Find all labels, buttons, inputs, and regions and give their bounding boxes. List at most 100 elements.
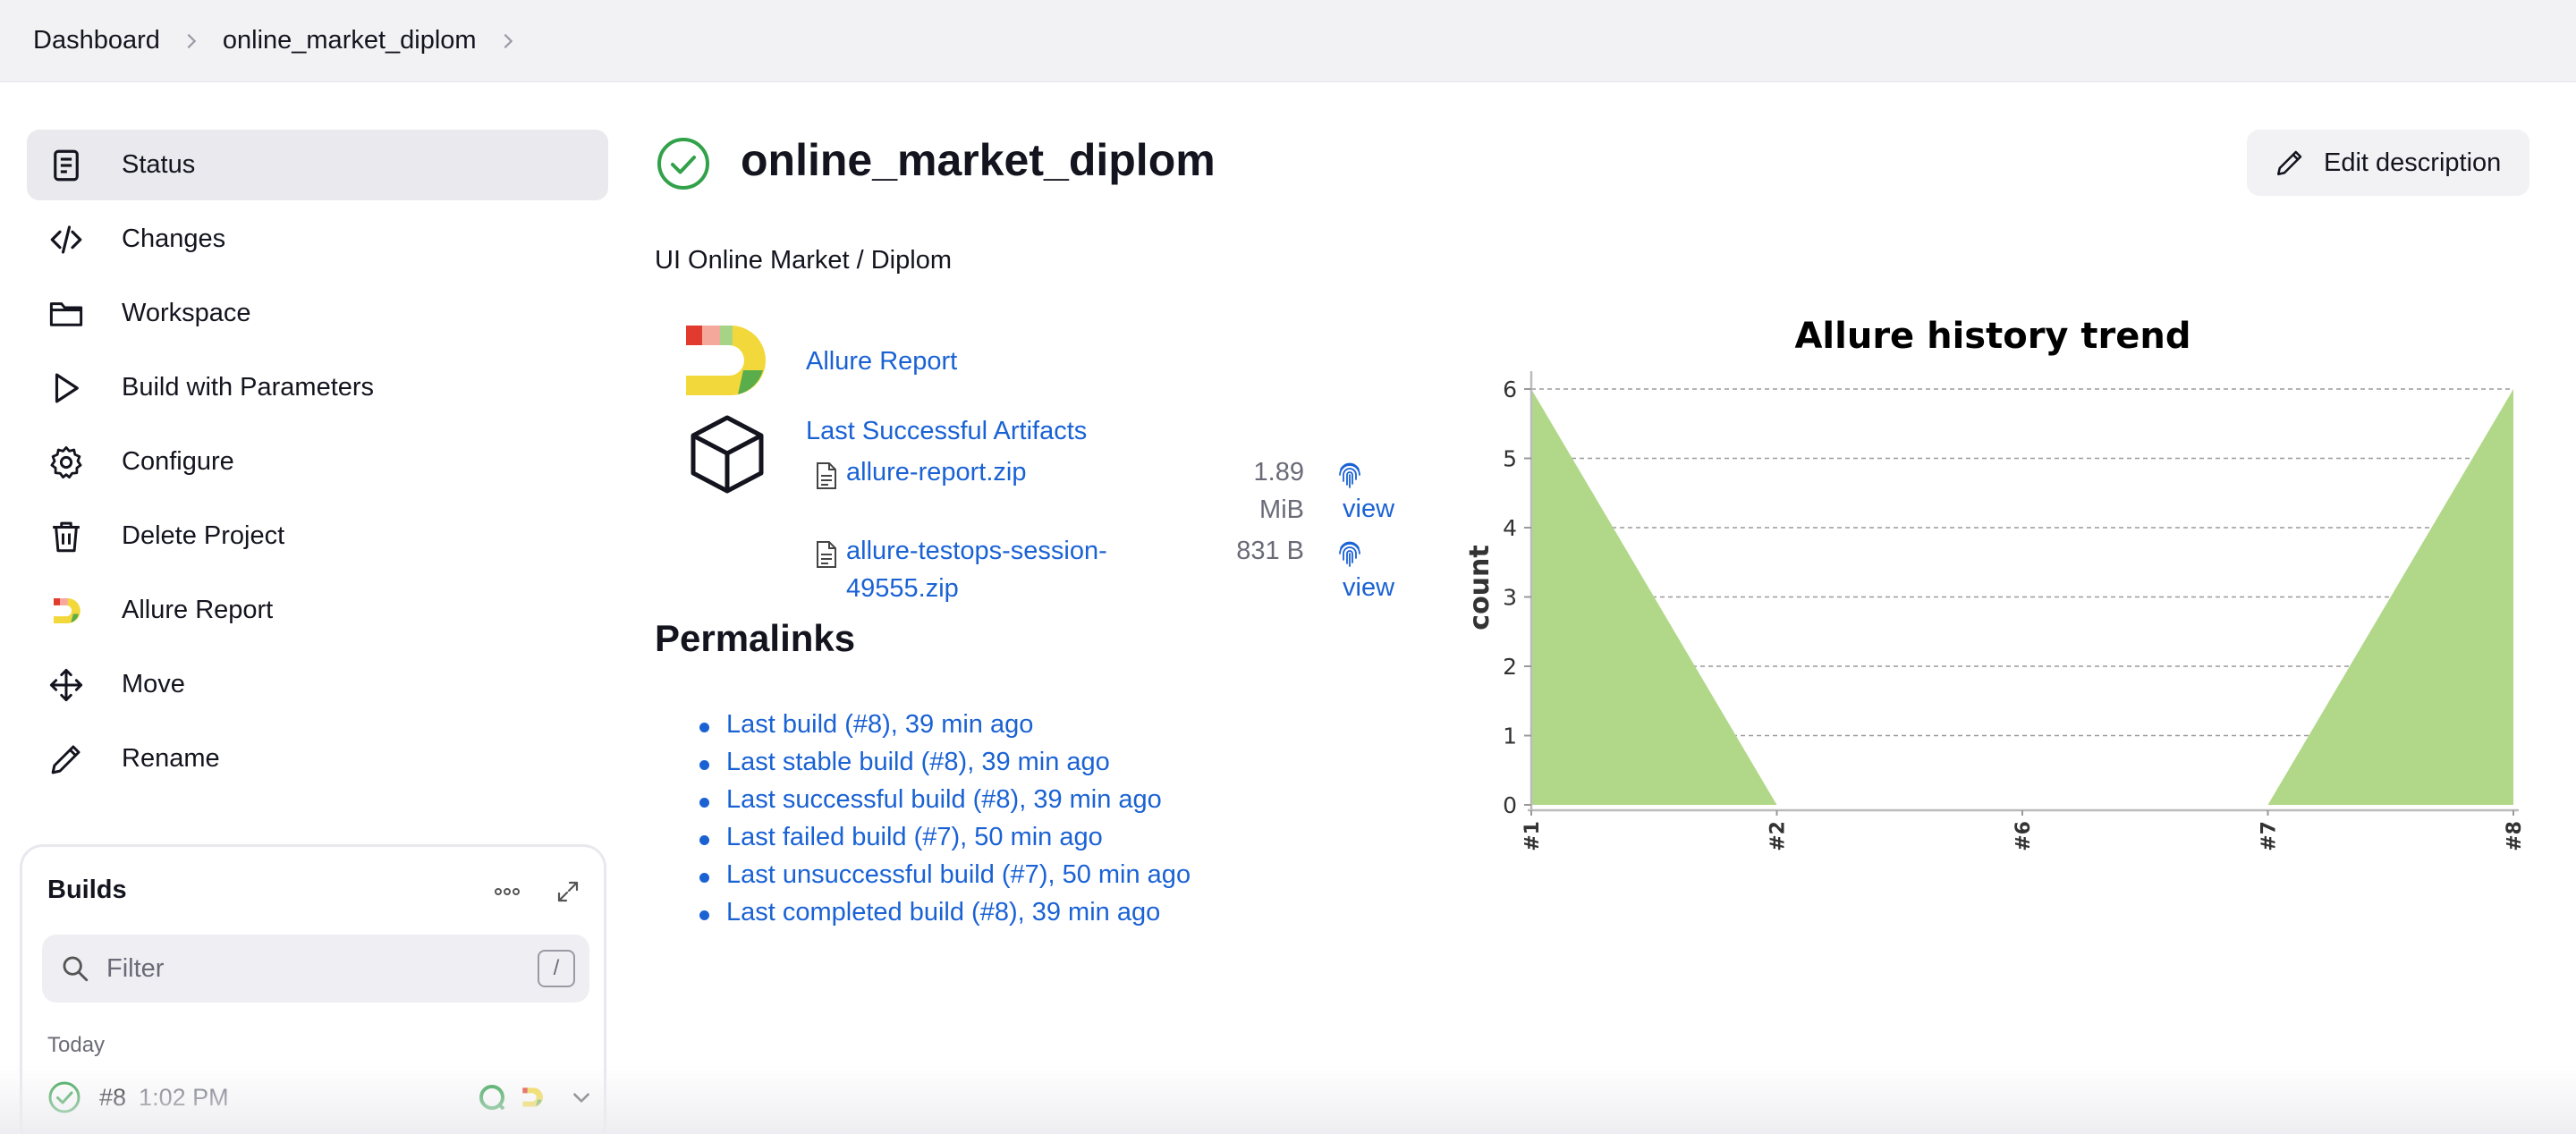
keyboard-shortcut-badge: / xyxy=(538,950,575,987)
artifact-link[interactable]: allure-report.zip xyxy=(846,453,1026,491)
permalinks-heading: Permalinks xyxy=(655,617,856,659)
breadcrumb-dashboard[interactable]: Dashboard xyxy=(33,26,160,55)
sidebar-item-label: Rename xyxy=(122,744,220,773)
sidebar-item-move[interactable]: Move xyxy=(27,649,608,720)
allure-history-trend-chart[interactable]: Allure history trend count 0 1 2 3 4 5 6 #1 #2 #… xyxy=(1449,300,2540,854)
package-box-icon xyxy=(691,415,764,494)
y-tick-label: 0 xyxy=(1503,792,1517,818)
sidebar-item-label: Changes xyxy=(122,224,226,253)
gear-icon xyxy=(47,443,86,482)
play-icon xyxy=(47,368,86,408)
allure-logo-icon xyxy=(686,326,766,395)
sidebar-item-label: Move xyxy=(122,670,185,698)
sidebar-item-label: Delete Project xyxy=(122,521,285,550)
sidebar-item-rename[interactable]: Rename xyxy=(27,724,608,794)
builds-title: Builds xyxy=(47,876,127,904)
job-description: UI Online Market / Diplom xyxy=(655,246,952,275)
file-icon xyxy=(817,541,836,568)
sidebar-item-build-with-parameters[interactable]: Build with Parameters xyxy=(27,352,608,423)
sidebar-item-label: Status xyxy=(122,150,196,179)
last-successful-artifacts-link[interactable]: Last Successful Artifacts xyxy=(806,417,1087,446)
build-number[interactable]: #8 xyxy=(99,1084,126,1112)
trash-icon xyxy=(47,517,86,556)
sidebar-item-workspace[interactable]: Workspace xyxy=(27,278,608,349)
list-item: Last successful build (#8), 39 min ago xyxy=(699,785,1191,823)
artifact-link[interactable]: allure-testops-session- xyxy=(846,532,1107,570)
builds-group-label: Today xyxy=(47,1033,106,1057)
artifact-view-link[interactable]: view xyxy=(1343,573,1394,603)
artifact-size: 1.89 xyxy=(1253,458,1304,487)
expand-icon[interactable] xyxy=(550,874,586,910)
y-tick-label: 2 xyxy=(1503,654,1517,680)
document-icon xyxy=(47,146,86,185)
artifact-link-continued[interactable]: 49555.zip xyxy=(846,570,959,607)
edit-description-button[interactable]: Edit description xyxy=(2247,130,2529,196)
permalink-last-successful-build[interactable]: Last successful build (#8), 39 min ago xyxy=(726,785,1162,814)
chart-y-axis-label: count xyxy=(1464,545,1496,630)
sidebar-item-label: Allure Report xyxy=(122,596,274,624)
sidebar-item-configure[interactable]: Configure xyxy=(27,427,608,497)
breadcrumb-job[interactable]: online_market_diplom xyxy=(223,26,477,55)
edit-description-label: Edit description xyxy=(2324,148,2502,177)
permalink-last-unsuccessful-build[interactable]: Last unsuccessful build (#7), 50 min ago xyxy=(726,860,1191,889)
y-tick-label: 4 xyxy=(1503,515,1517,541)
list-item: Last completed build (#8), 39 min ago xyxy=(699,898,1191,935)
code-icon xyxy=(47,220,86,259)
list-item: Last stable build (#8), 39 min ago xyxy=(699,748,1191,785)
x-tick-label: #6 xyxy=(2012,821,2035,851)
x-tick-label: #7 xyxy=(2258,821,2281,851)
builds-panel: Builds Filter / Today #8 1:02 PM xyxy=(20,844,606,1134)
success-check-icon xyxy=(657,138,709,190)
permalink-last-failed-build[interactable]: Last failed build (#7), 50 min ago xyxy=(726,823,1103,851)
artifact-size: 831 B xyxy=(1236,537,1304,565)
file-icon xyxy=(817,462,836,489)
sidebar-item-allure-report[interactable]: Allure Report xyxy=(27,575,608,646)
builds-filter-input[interactable]: Filter / xyxy=(42,935,589,1003)
fingerprint-icon[interactable] xyxy=(1336,460,1363,490)
move-arrows-icon xyxy=(47,665,86,705)
sidebar-item-delete-project[interactable]: Delete Project xyxy=(27,501,608,571)
sidebar-item-status[interactable]: Status xyxy=(27,130,608,200)
sidebar-item-label: Workspace xyxy=(122,299,251,327)
artifact-size-unit: MiB xyxy=(1259,495,1304,524)
folder-icon xyxy=(47,294,86,334)
chevron-right-icon[interactable] xyxy=(477,31,539,51)
sidebar-item-label: Build with Parameters xyxy=(122,373,375,402)
sidebar-item-label: Configure xyxy=(122,447,234,476)
list-item: Last build (#8), 39 min ago xyxy=(699,710,1191,748)
x-tick-label: #2 xyxy=(1767,821,1790,851)
build-row[interactable]: #8 1:02 PM xyxy=(47,1078,593,1117)
allure-logo-icon[interactable] xyxy=(518,1083,547,1112)
y-tick-label: 5 xyxy=(1503,446,1517,472)
chevron-right-icon[interactable] xyxy=(160,31,223,51)
pencil-icon xyxy=(47,740,86,779)
permalinks-list: Last build (#8), 39 min ago Last stable … xyxy=(699,710,1191,935)
x-tick-label: #8 xyxy=(2504,821,2526,851)
y-tick-label: 1 xyxy=(1503,724,1517,749)
artifact-view-link[interactable]: view xyxy=(1343,495,1394,524)
chevron-down-icon[interactable] xyxy=(570,1086,593,1109)
breadcrumb: Dashboard online_market_diplom xyxy=(0,0,2576,82)
allure-logo-icon xyxy=(47,591,86,630)
pencil-icon xyxy=(2276,150,2302,176)
filter-placeholder: Filter xyxy=(106,953,165,983)
search-icon xyxy=(63,956,89,982)
fingerprint-icon[interactable] xyxy=(1336,538,1363,569)
y-tick-label: 3 xyxy=(1503,585,1517,611)
list-item: Last failed build (#7), 50 min ago xyxy=(699,823,1191,860)
permalink-last-stable-build[interactable]: Last stable build (#8), 39 min ago xyxy=(726,748,1110,776)
permalink-last-completed-build[interactable]: Last completed build (#8), 39 min ago xyxy=(726,898,1160,927)
chart-title: Allure history trend xyxy=(1794,316,2190,357)
allure-report-link[interactable]: Allure Report xyxy=(806,347,957,377)
list-item: Last unsuccessful build (#7), 50 min ago xyxy=(699,860,1191,898)
page-title: online_market_diplom xyxy=(741,135,1216,185)
sidebar-item-changes[interactable]: Changes xyxy=(27,204,608,275)
build-time: 1:02 PM xyxy=(139,1083,229,1111)
sidebar: Status Changes Workspace Build with Para… xyxy=(27,130,608,798)
trend-chart-svg: Allure history trend count 0 1 2 3 4 5 6 #1 #2 #… xyxy=(1464,316,2526,851)
success-check-icon xyxy=(48,1081,80,1113)
y-tick-label: 6 xyxy=(1503,377,1517,402)
more-options-icon[interactable] xyxy=(489,874,525,910)
permalink-last-build[interactable]: Last build (#8), 39 min ago xyxy=(726,710,1033,739)
testops-icon[interactable] xyxy=(477,1082,507,1113)
